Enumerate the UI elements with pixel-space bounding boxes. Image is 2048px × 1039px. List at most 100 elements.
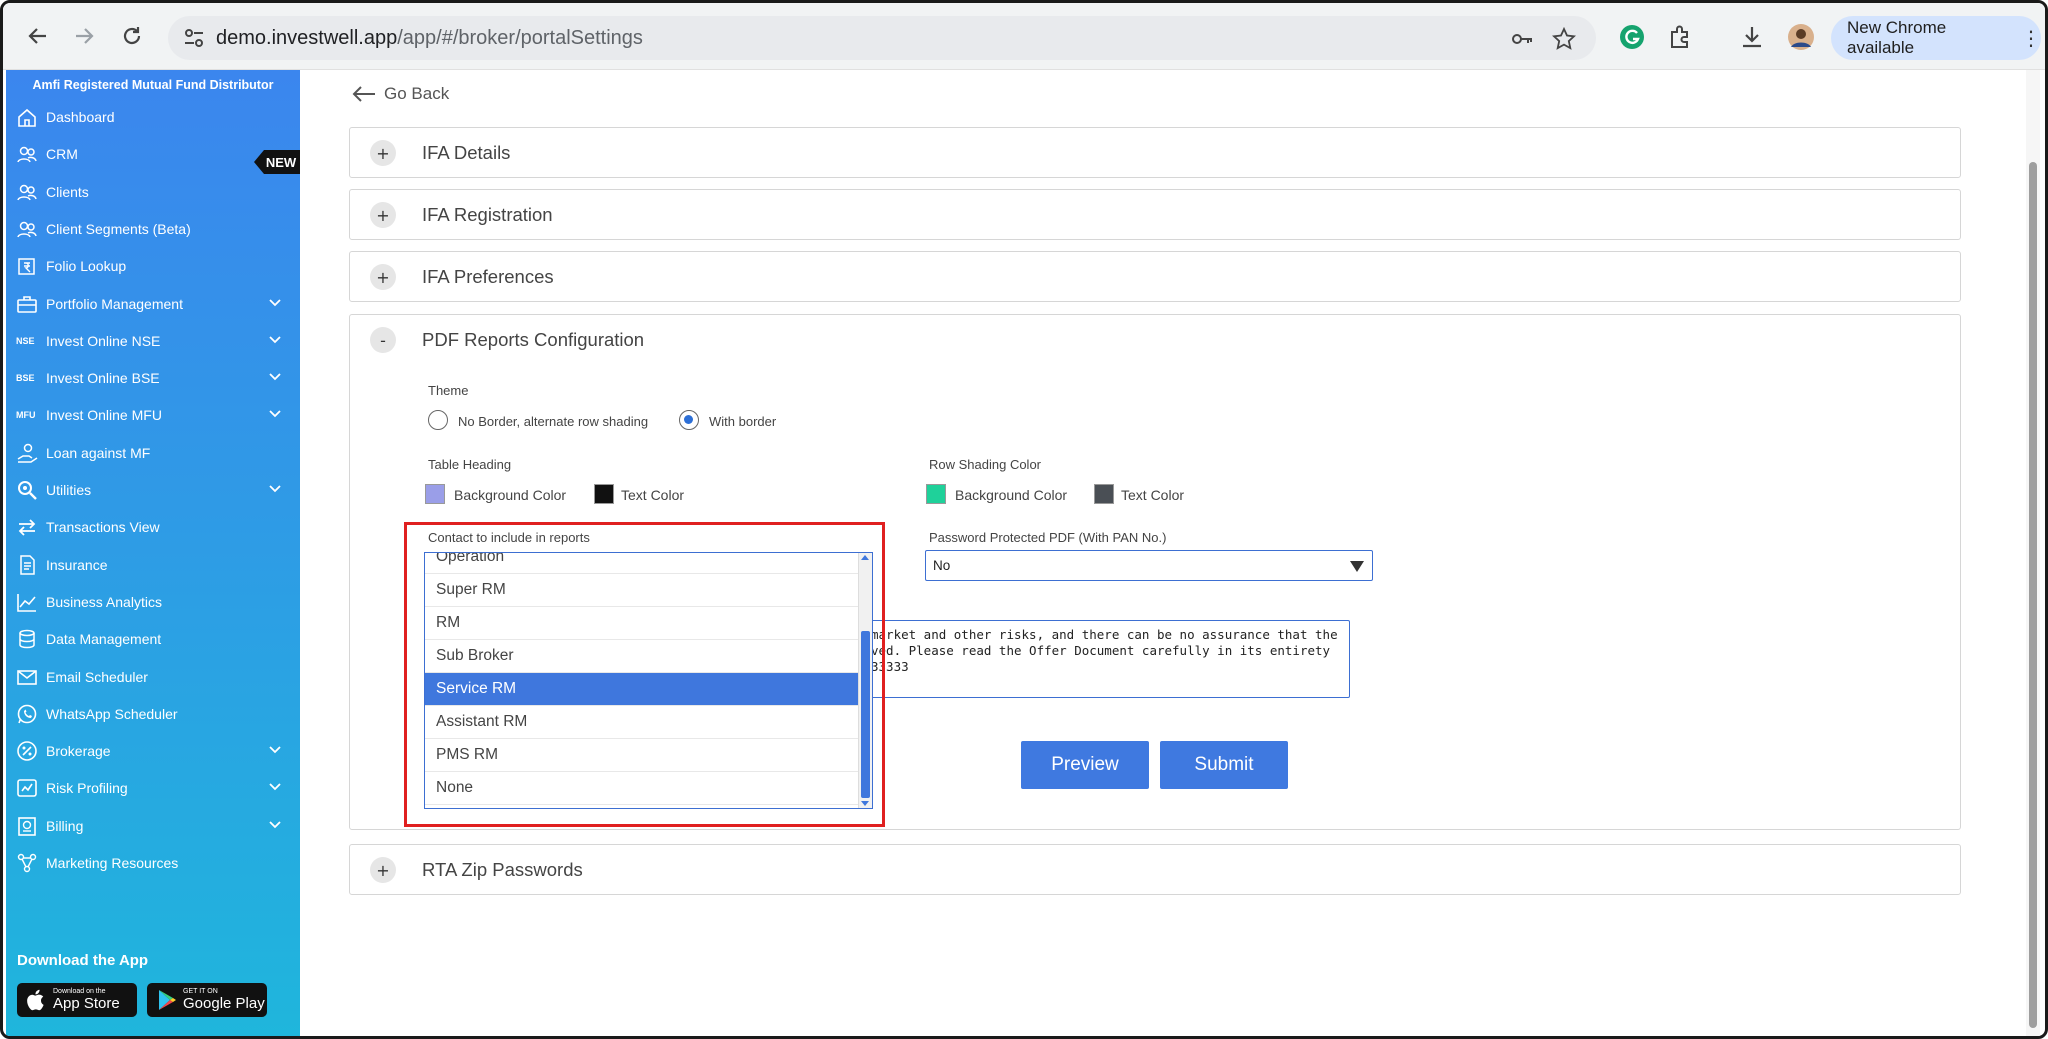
- address-bar[interactable]: demo.investwell.app/app/#/broker/portalS…: [168, 16, 1596, 60]
- arrows-icon: [18, 519, 36, 536]
- sidebar-item-dashboard[interactable]: Dashboard: [16, 102, 296, 132]
- whatsapp-icon: [17, 704, 37, 724]
- download-icon[interactable]: [1738, 23, 1766, 51]
- grammarly-icon[interactable]: [1618, 23, 1646, 51]
- expand-icon[interactable]: +: [370, 202, 396, 228]
- row-shading-bg-swatch[interactable]: [926, 484, 946, 504]
- mfu-tag-icon: MFU: [16, 410, 36, 421]
- panel-title: IFA Details: [422, 142, 511, 163]
- table-heading-bg-label: Background Color: [454, 487, 567, 503]
- sidebar-item-email-scheduler[interactable]: Email Scheduler: [16, 662, 296, 692]
- new-chrome-label: New Chrome available: [1847, 18, 1947, 57]
- main-content: Go Back + IFA Details + IFA Registration +…: [300, 70, 2029, 1036]
- disclaimer-line: ved. Please read the Offer Document care…: [871, 643, 1331, 658]
- billing-icon: [18, 816, 36, 836]
- sidebar-item-business-analytics[interactable]: Business Analytics: [16, 587, 296, 617]
- sidebar-item-billing[interactable]: Billing: [16, 811, 296, 841]
- google-play-button[interactable]: GET IT ON Google Play: [147, 983, 267, 1017]
- chevron-down-icon[interactable]: [268, 296, 282, 310]
- password-key-icon[interactable]: [1510, 27, 1534, 51]
- mail-icon: [17, 669, 37, 685]
- table-heading-bg-swatch[interactable]: [425, 484, 445, 504]
- sidebar-item-label: Business Analytics: [46, 593, 162, 610]
- password-pdf-select[interactable]: No: [925, 550, 1373, 581]
- go-back-link[interactable]: Go Back: [352, 84, 449, 104]
- chevron-down-icon[interactable]: [268, 333, 282, 347]
- apple-icon: [27, 989, 44, 1011]
- sidebar-item-label: Invest Online NSE: [46, 332, 161, 349]
- chevron-down-icon[interactable]: [268, 370, 282, 384]
- chevron-down-icon[interactable]: [268, 482, 282, 496]
- rupee-folder-icon: [18, 258, 35, 275]
- page-scroll-thumb[interactable]: [2029, 162, 2037, 1028]
- bookmark-star-icon[interactable]: [1552, 27, 1576, 51]
- sidebar-item-label: Brokerage: [46, 743, 111, 760]
- disclaimer-textarea[interactable]: market and other risks, and there can be…: [860, 620, 1350, 698]
- sidebar-item-portfolio-management[interactable]: Portfolio Management: [16, 289, 296, 319]
- chevron-down-icon[interactable]: [268, 407, 282, 421]
- expand-icon[interactable]: +: [370, 140, 396, 166]
- panel-title: IFA Registration: [422, 204, 553, 225]
- sidebar-item-data-management[interactable]: Data Management: [16, 624, 296, 654]
- users-icon: [17, 184, 37, 200]
- app-store-button[interactable]: Download on the App Store: [17, 983, 137, 1017]
- sidebar-item-invest-online-nse[interactable]: NSE Invest Online NSE: [16, 326, 296, 356]
- preview-button[interactable]: Preview: [1021, 741, 1149, 789]
- submit-button[interactable]: Submit: [1160, 741, 1288, 789]
- sidebar-item-risk-profiling[interactable]: Risk Profiling: [16, 773, 296, 803]
- sidebar-item-loan-against-mf[interactable]: Loan against MF: [16, 438, 296, 468]
- sidebar-item-marketing-resources[interactable]: Marketing Resources: [16, 848, 296, 878]
- sidebar-item-insurance[interactable]: Insurance: [16, 550, 296, 580]
- sidebar-item-label: Loan against MF: [46, 444, 151, 461]
- network-icon: [17, 853, 37, 873]
- nse-tag-icon: NSE: [16, 335, 35, 346]
- sidebar-item-invest-online-bse[interactable]: BSE Invest Online BSE: [16, 363, 296, 393]
- reload-icon[interactable]: [115, 19, 149, 53]
- page-scrollbar[interactable]: [2026, 70, 2040, 1036]
- theme-option-no-border-label: No Border, alternate row shading: [458, 414, 649, 429]
- chevron-down-icon[interactable]: [268, 780, 282, 794]
- row-shading-text-swatch[interactable]: [1094, 484, 1114, 504]
- panel-rta-zip-passwords[interactable]: + RTA Zip Passwords: [349, 844, 1961, 895]
- chevron-down-icon[interactable]: [268, 743, 282, 757]
- new-chrome-available-button[interactable]: New Chrome available ⋮: [1831, 16, 2041, 60]
- table-heading-text-swatch[interactable]: [594, 484, 614, 504]
- risk-icon: [17, 779, 37, 798]
- sidebar-item-label: Invest Online MFU: [46, 407, 162, 424]
- sidebar-item-label: Insurance: [46, 556, 108, 573]
- row-shading-bg-label: Background Color: [955, 487, 1068, 503]
- url-text: demo.investwell.app/app/#/broker/portalS…: [216, 27, 643, 49]
- theme-radio-with-border[interactable]: [679, 410, 699, 430]
- sidebar-item-label: Utilities: [46, 482, 92, 498]
- extensions-icon[interactable]: [1667, 23, 1695, 51]
- download-app-title: Download the App: [17, 952, 149, 969]
- more-menu-icon[interactable]: ⋮: [2021, 26, 2041, 50]
- panel-ifa-registration[interactable]: + IFA Registration: [349, 189, 1961, 240]
- chart-icon: [17, 593, 36, 612]
- sidebar-item-clients[interactable]: Clients: [16, 177, 296, 207]
- back-arrow-icon[interactable]: [21, 19, 55, 53]
- panel-ifa-details[interactable]: + IFA Details: [349, 127, 1961, 178]
- sidebar-item-label: WhatsApp Scheduler: [46, 705, 178, 722]
- google-play-label: Google Play: [183, 995, 265, 1012]
- expand-icon[interactable]: +: [370, 264, 396, 290]
- sidebar-item-whatsapp-scheduler[interactable]: WhatsApp Scheduler: [16, 699, 296, 729]
- sidebar-item-client-segments-beta[interactable]: Client Segments (Beta): [16, 214, 296, 244]
- site-settings-icon[interactable]: [182, 26, 206, 50]
- collapse-icon[interactable]: -: [370, 327, 396, 353]
- sidebar-item-folio-lookup[interactable]: Folio Lookup: [16, 251, 296, 281]
- forward-arrow-icon[interactable]: [67, 19, 101, 53]
- document-icon: [20, 554, 35, 575]
- theme-radio-no-border[interactable]: [428, 410, 448, 430]
- sidebar-item-crm[interactable]: CRM: [16, 139, 296, 169]
- sidebar-item-utilities[interactable]: Utilities: [16, 475, 296, 505]
- chevron-down-icon: [1350, 561, 1364, 572]
- sidebar-item-transactions-view[interactable]: Transactions View: [16, 512, 296, 542]
- panel-ifa-preferences[interactable]: + IFA Preferences: [349, 251, 1961, 302]
- chevron-down-icon[interactable]: [268, 818, 282, 832]
- theme-label: Theme: [428, 383, 469, 398]
- profile-avatar-icon[interactable]: [1787, 23, 1815, 51]
- expand-icon[interactable]: +: [370, 857, 396, 883]
- sidebar-item-invest-online-mfu[interactable]: MFU Invest Online MFU: [16, 400, 296, 430]
- sidebar-item-brokerage[interactable]: Brokerage: [16, 736, 296, 766]
